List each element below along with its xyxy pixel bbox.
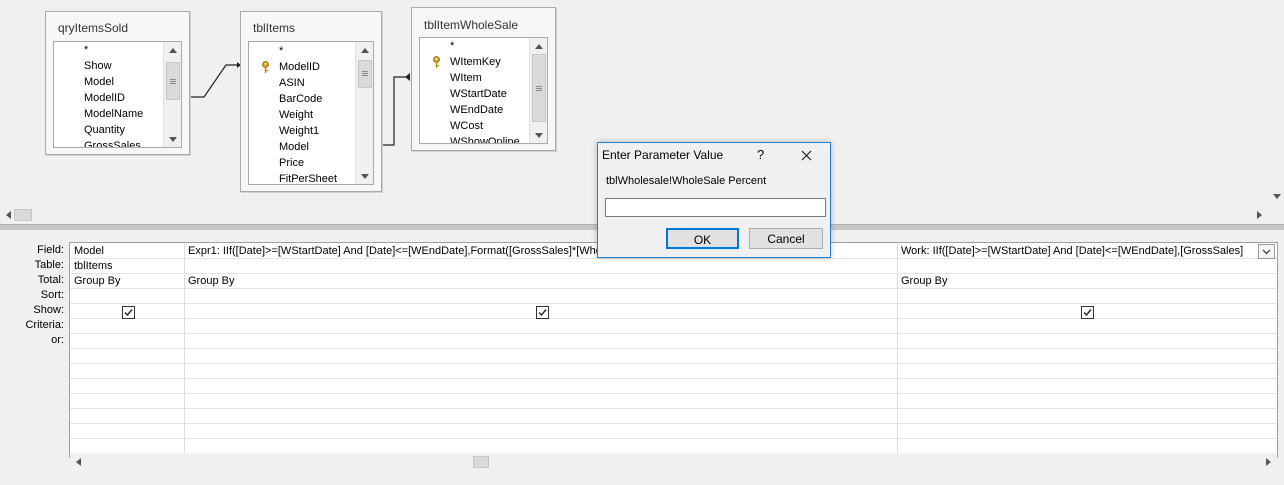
primary-key-icon [262,61,269,73]
field-item[interactable]: ModelName [54,106,163,122]
primary-key-icon [433,56,440,68]
grid-cell-table[interactable]: tblItems [74,259,182,274]
field-item[interactable]: WCost [420,118,529,134]
chevron-down-icon [1262,249,1271,254]
field-item[interactable]: WShowOnline [420,134,529,143]
parameter-input[interactable] [605,198,826,217]
field-list[interactable]: * ModelID ASIN BarCode Weight Weight1 Mo… [248,41,374,185]
field-list-scrollbar[interactable] [163,42,181,147]
field-item[interactable]: * [249,43,355,59]
field-item[interactable]: Show [54,58,163,74]
row-label-criteria: Criteria: [25,319,64,331]
field-list[interactable]: * Show Model ModelID ModelName Quantity … [53,41,182,148]
field-item[interactable]: * [420,38,529,54]
grid-cell-field[interactable]: Work: IIf([Date]>=[WStartDate] And [Date… [901,244,1257,259]
table-title: tblItemWholeSale [424,18,519,32]
show-checkbox[interactable] [536,306,549,319]
help-button[interactable]: ? [757,147,764,162]
field-item[interactable]: ASIN [249,75,355,91]
field-item[interactable]: WEndDate [420,102,529,118]
scroll-left-icon[interactable] [70,453,87,470]
table-title: qryItemsSold [58,21,129,35]
scroll-right-icon[interactable] [1260,453,1277,470]
design-grid[interactable]: Model tblItems Group By Expr1: IIf([Date… [69,242,1278,458]
grid-cell-total[interactable]: Group By [901,274,1251,289]
table-box-tblitems[interactable]: tblItems * ModelID ASIN BarCode Weight W… [240,11,382,192]
field-item[interactable]: ModelID [54,90,163,106]
field-dropdown-button[interactable] [1258,244,1275,259]
field-item[interactable]: WStartDate [420,86,529,102]
field-item[interactable]: GrossSales [54,138,163,147]
row-label-table: Table: [34,259,64,271]
enter-parameter-dialog[interactable]: Enter Parameter Value ? tblWholesale!Who… [597,142,831,258]
query-grid-area: Field: Table: Total: Sort: Show: Criteri… [0,230,1284,485]
grid-cell-field[interactable]: Model [74,244,182,259]
scroll-down-icon[interactable] [164,131,181,147]
table-box-tblitemwholesale[interactable]: tblItemWholeSale * WItemKey WItem WStart… [411,7,556,151]
field-item[interactable]: Quantity [54,122,163,138]
row-label-or: or: [51,334,64,346]
field-item[interactable]: FitPerSheet [249,171,355,184]
scroll-down-icon[interactable] [1273,194,1281,199]
scroll-thumb[interactable] [166,62,180,100]
table-title: tblItems [253,21,296,35]
dialog-title: Enter Parameter Value [602,148,724,162]
show-checkbox[interactable] [122,306,135,319]
grid-cell-total[interactable]: Group By [188,274,888,289]
field-item[interactable]: BarCode [249,91,355,107]
scroll-thumb[interactable] [473,456,489,468]
field-item[interactable]: WItemKey [420,54,529,70]
field-item[interactable]: ModelID [249,59,355,75]
ok-button[interactable]: OK [666,228,739,249]
scroll-right-icon[interactable] [1251,206,1268,223]
field-list[interactable]: * WItemKey WItem WStartDate WEndDate WCo… [419,37,548,144]
scroll-up-icon[interactable] [164,42,181,58]
scroll-thumb[interactable] [358,60,372,88]
cancel-button[interactable]: Cancel [749,228,823,249]
row-label-total: Total: [37,274,64,286]
close-icon [801,150,811,160]
design-pane-vscrollbar[interactable] [1270,0,1284,206]
row-label-field: Field: [37,244,64,256]
row-label-show: Show: [33,304,64,316]
grid-cell-total[interactable]: Group By [74,274,182,289]
parameter-prompt: tblWholesale!WholeSale Percent [606,175,767,187]
scroll-up-icon[interactable] [530,38,547,54]
field-item[interactable]: Weight1 [249,123,355,139]
field-item[interactable]: * [54,42,163,58]
scroll-down-icon[interactable] [530,127,547,143]
field-item[interactable]: WItem [420,70,529,86]
table-box-qryitemssold[interactable]: qryItemsSold * Show Model ModelID ModelN… [45,11,190,155]
field-item[interactable]: Model [54,74,163,90]
show-checkbox[interactable] [1081,306,1094,319]
field-item[interactable]: Price [249,155,355,171]
scroll-down-icon[interactable] [356,168,373,184]
field-item[interactable]: Weight [249,107,355,123]
scroll-thumb[interactable] [532,54,546,122]
scroll-up-icon[interactable] [356,42,373,58]
field-list-scrollbar[interactable] [355,42,373,184]
grid-hscrollbar[interactable] [70,453,1277,470]
row-label-sort: Sort: [40,289,64,301]
close-button[interactable] [795,146,817,164]
field-list-scrollbar[interactable] [529,38,547,143]
field-item[interactable]: Model [249,139,355,155]
scroll-thumb[interactable] [14,209,32,221]
